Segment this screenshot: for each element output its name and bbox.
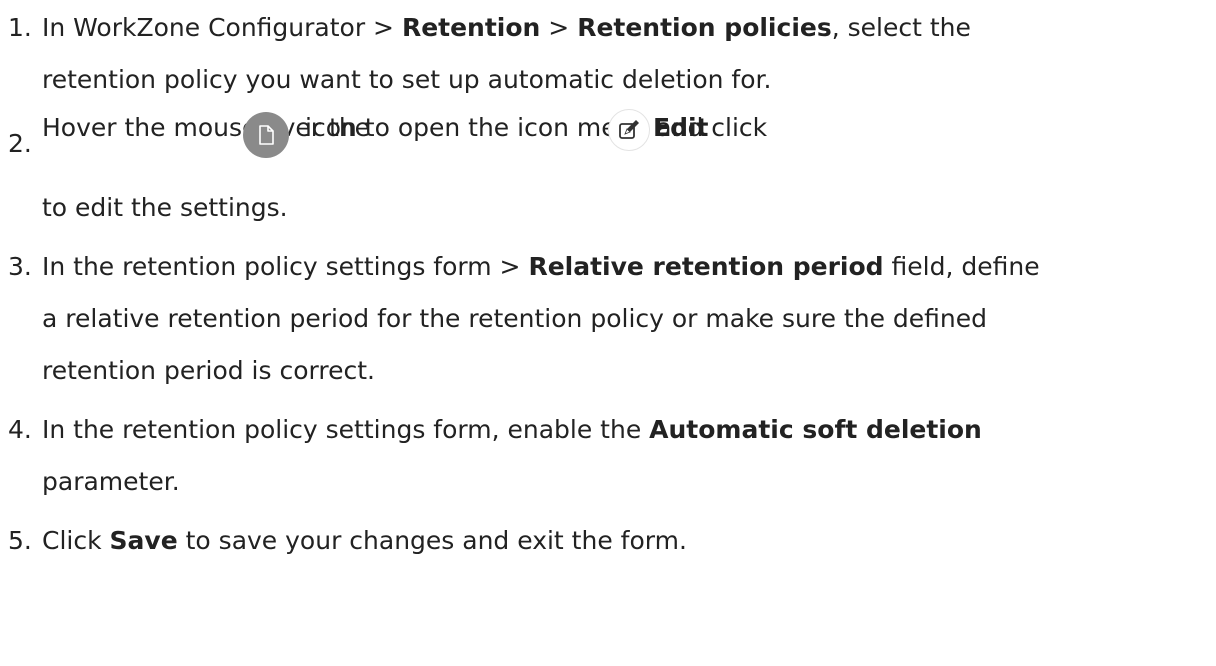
step-3-line-1: In the retention policy settings form > … [42,252,1040,282]
step-5-number: 5. [8,526,32,555]
step-5-line-1: Click Save to save your changes and exit… [42,526,687,556]
edit-icon-glyph [619,120,639,139]
step-4-line-2: parameter. [42,467,180,496]
step-5-text-a: Click [42,526,110,555]
step-1-text-a: In WorkZone Configurator > [42,13,402,42]
step-3-line-3: retention period is correct. [42,356,375,385]
step-3-text-a: In the retention policy settings form > [42,252,529,281]
step-2-number: 2. [8,129,32,158]
step-4-number: 4. [8,415,32,444]
step-3-text-c: field, define [883,252,1040,281]
step-3-number: 3. [8,252,32,281]
step-1-text-retention: Retention [401,13,541,42]
step-5-text-save: Save [109,526,178,555]
step-1-line-2: retention policy you want to set up auto… [42,65,772,94]
step-4-line-1: In the retention policy settings form, e… [42,415,982,445]
step-3-text-relative-retention-period: Relative retention period [528,252,884,281]
edit-icon [608,109,650,151]
step-1-text-separator: > [540,13,578,42]
step-4-text-a: In the retention policy settings form, e… [42,415,650,444]
document-icon [243,112,289,158]
step-2-line-2: to edit the settings. [42,193,288,222]
step-4-text-automatic-soft-deletion: Automatic soft deletion [649,415,982,444]
step-1-text-e: , select the [831,13,971,42]
step-1-number: 1. [8,13,32,42]
document-icon-glyph [259,125,274,145]
step-5-text-c: to save your changes and exit the form. [177,526,687,555]
step-3-line-2: a relative retention period for the rete… [42,304,987,333]
step-2-text-edit: Edit [653,113,709,142]
step-1-text-retention-policies: Retention policies [577,13,832,42]
instruction-steps: 1. In WorkZone Configurator > Retention … [0,0,1216,666]
step-1-line-1: In WorkZone Configurator > Retention > R… [42,13,971,43]
